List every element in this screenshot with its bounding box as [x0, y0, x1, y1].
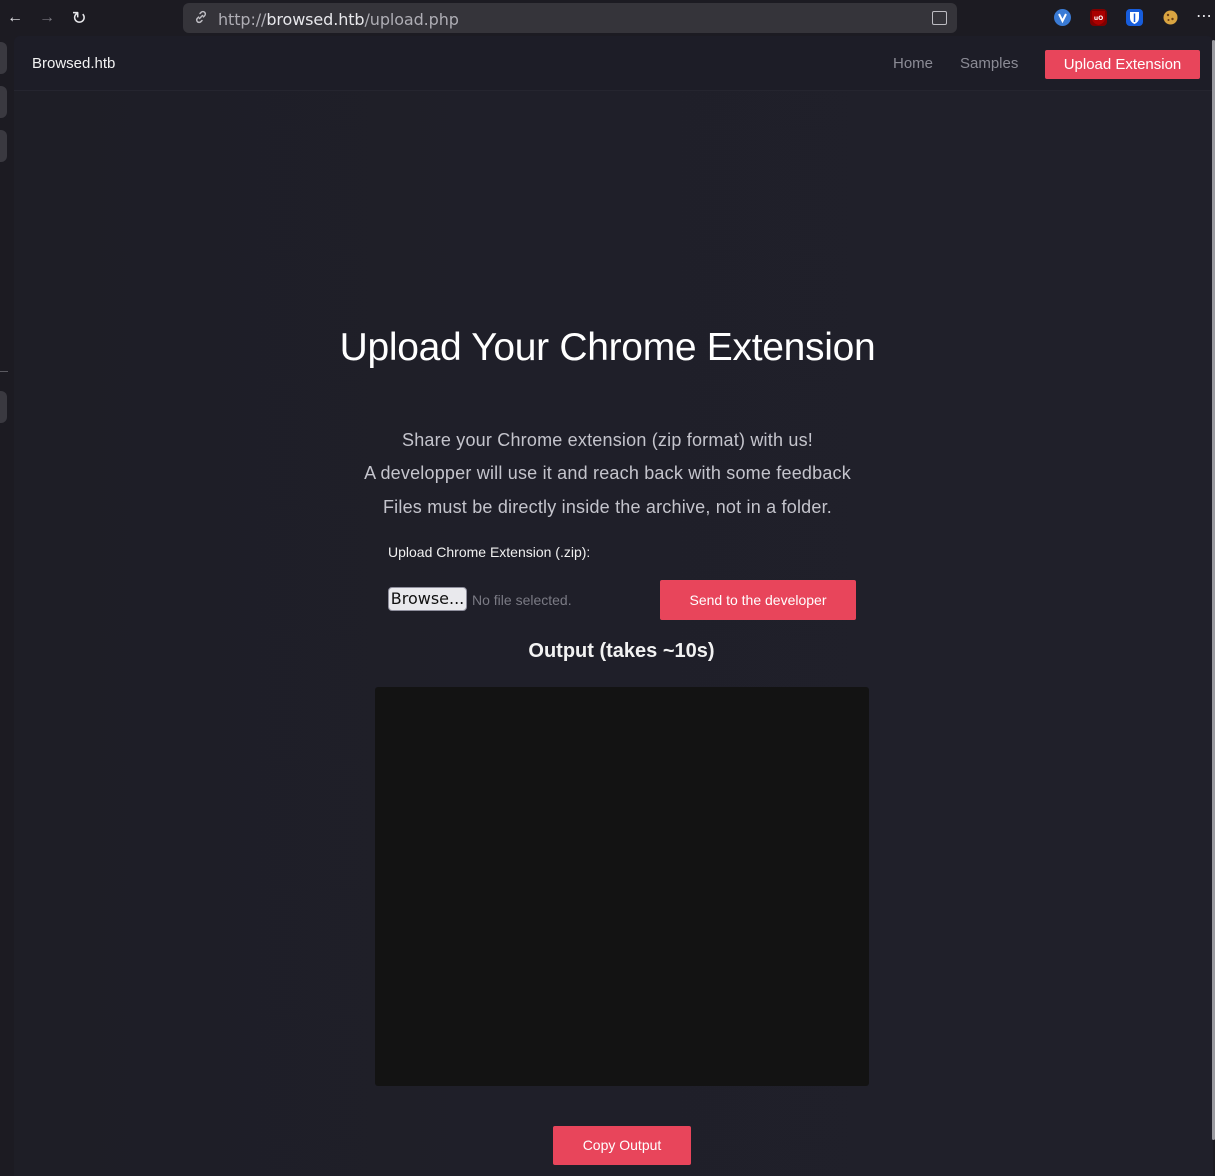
output-heading: Output (takes ~10s) — [528, 640, 715, 662]
file-status: No file selected. — [472, 592, 572, 608]
url-path: /upload.php — [364, 10, 459, 29]
nav-link-samples[interactable]: Samples — [960, 55, 1018, 72]
upload-label: Upload Chrome Extension (.zip): — [388, 544, 591, 560]
sidebar-strip — [0, 36, 14, 1176]
link-icon — [193, 10, 209, 26]
browse-button[interactable]: Browse... — [388, 587, 467, 611]
sidebar-tab[interactable] — [0, 86, 7, 118]
upload-extension-button[interactable]: Upload Extension — [1045, 50, 1200, 79]
intro-line: Share your Chrome extension (zip format)… — [402, 430, 813, 450]
sidebar-divider — [0, 371, 8, 372]
sidebar-tab[interactable] — [0, 42, 7, 74]
site-navbar: Browsed.htb Home Samples Upload Extensio… — [14, 36, 1213, 91]
bitwarden-icon[interactable] — [1126, 9, 1143, 26]
url-host: browsed.htb — [266, 10, 365, 29]
sidebar-tab[interactable] — [0, 391, 7, 423]
intro-line: A developper will use it and reach back … — [364, 463, 851, 483]
sidebar-tab[interactable] — [0, 130, 7, 162]
cookie-icon[interactable] — [1162, 9, 1179, 26]
intro-line: Files must be directly inside the archiv… — [382, 497, 832, 517]
back-icon[interactable]: ← — [5, 8, 25, 28]
page-title: Upload Your Chrome Extension — [339, 326, 876, 369]
more-menu-icon[interactable]: ⋯ — [1196, 6, 1213, 26]
brand-link[interactable]: Browsed.htb — [32, 55, 115, 72]
url-scheme: http:// — [218, 10, 267, 29]
ublock-origin-icon[interactable]: uO — [1090, 9, 1107, 26]
forward-icon[interactable]: → — [37, 8, 57, 28]
url-text: http://browsed.htb/upload.php — [218, 10, 459, 29]
output-textarea[interactable] — [375, 687, 869, 1086]
nav-link-home[interactable]: Home — [893, 55, 933, 72]
browser-toolbar: ← → ↻ http://browsed.htb/upload.php uO ⋯ — [0, 0, 1215, 36]
send-to-developer-button[interactable]: Send to the developer — [660, 580, 856, 620]
copy-output-button[interactable]: Copy Output — [553, 1126, 691, 1165]
reload-icon[interactable]: ↻ — [69, 8, 89, 28]
svg-text:uO: uO — [1094, 15, 1103, 22]
address-bar[interactable]: http://browsed.htb/upload.php — [183, 3, 957, 33]
reader-view-icon[interactable] — [932, 11, 947, 25]
vivaldi-icon[interactable] — [1054, 9, 1071, 26]
